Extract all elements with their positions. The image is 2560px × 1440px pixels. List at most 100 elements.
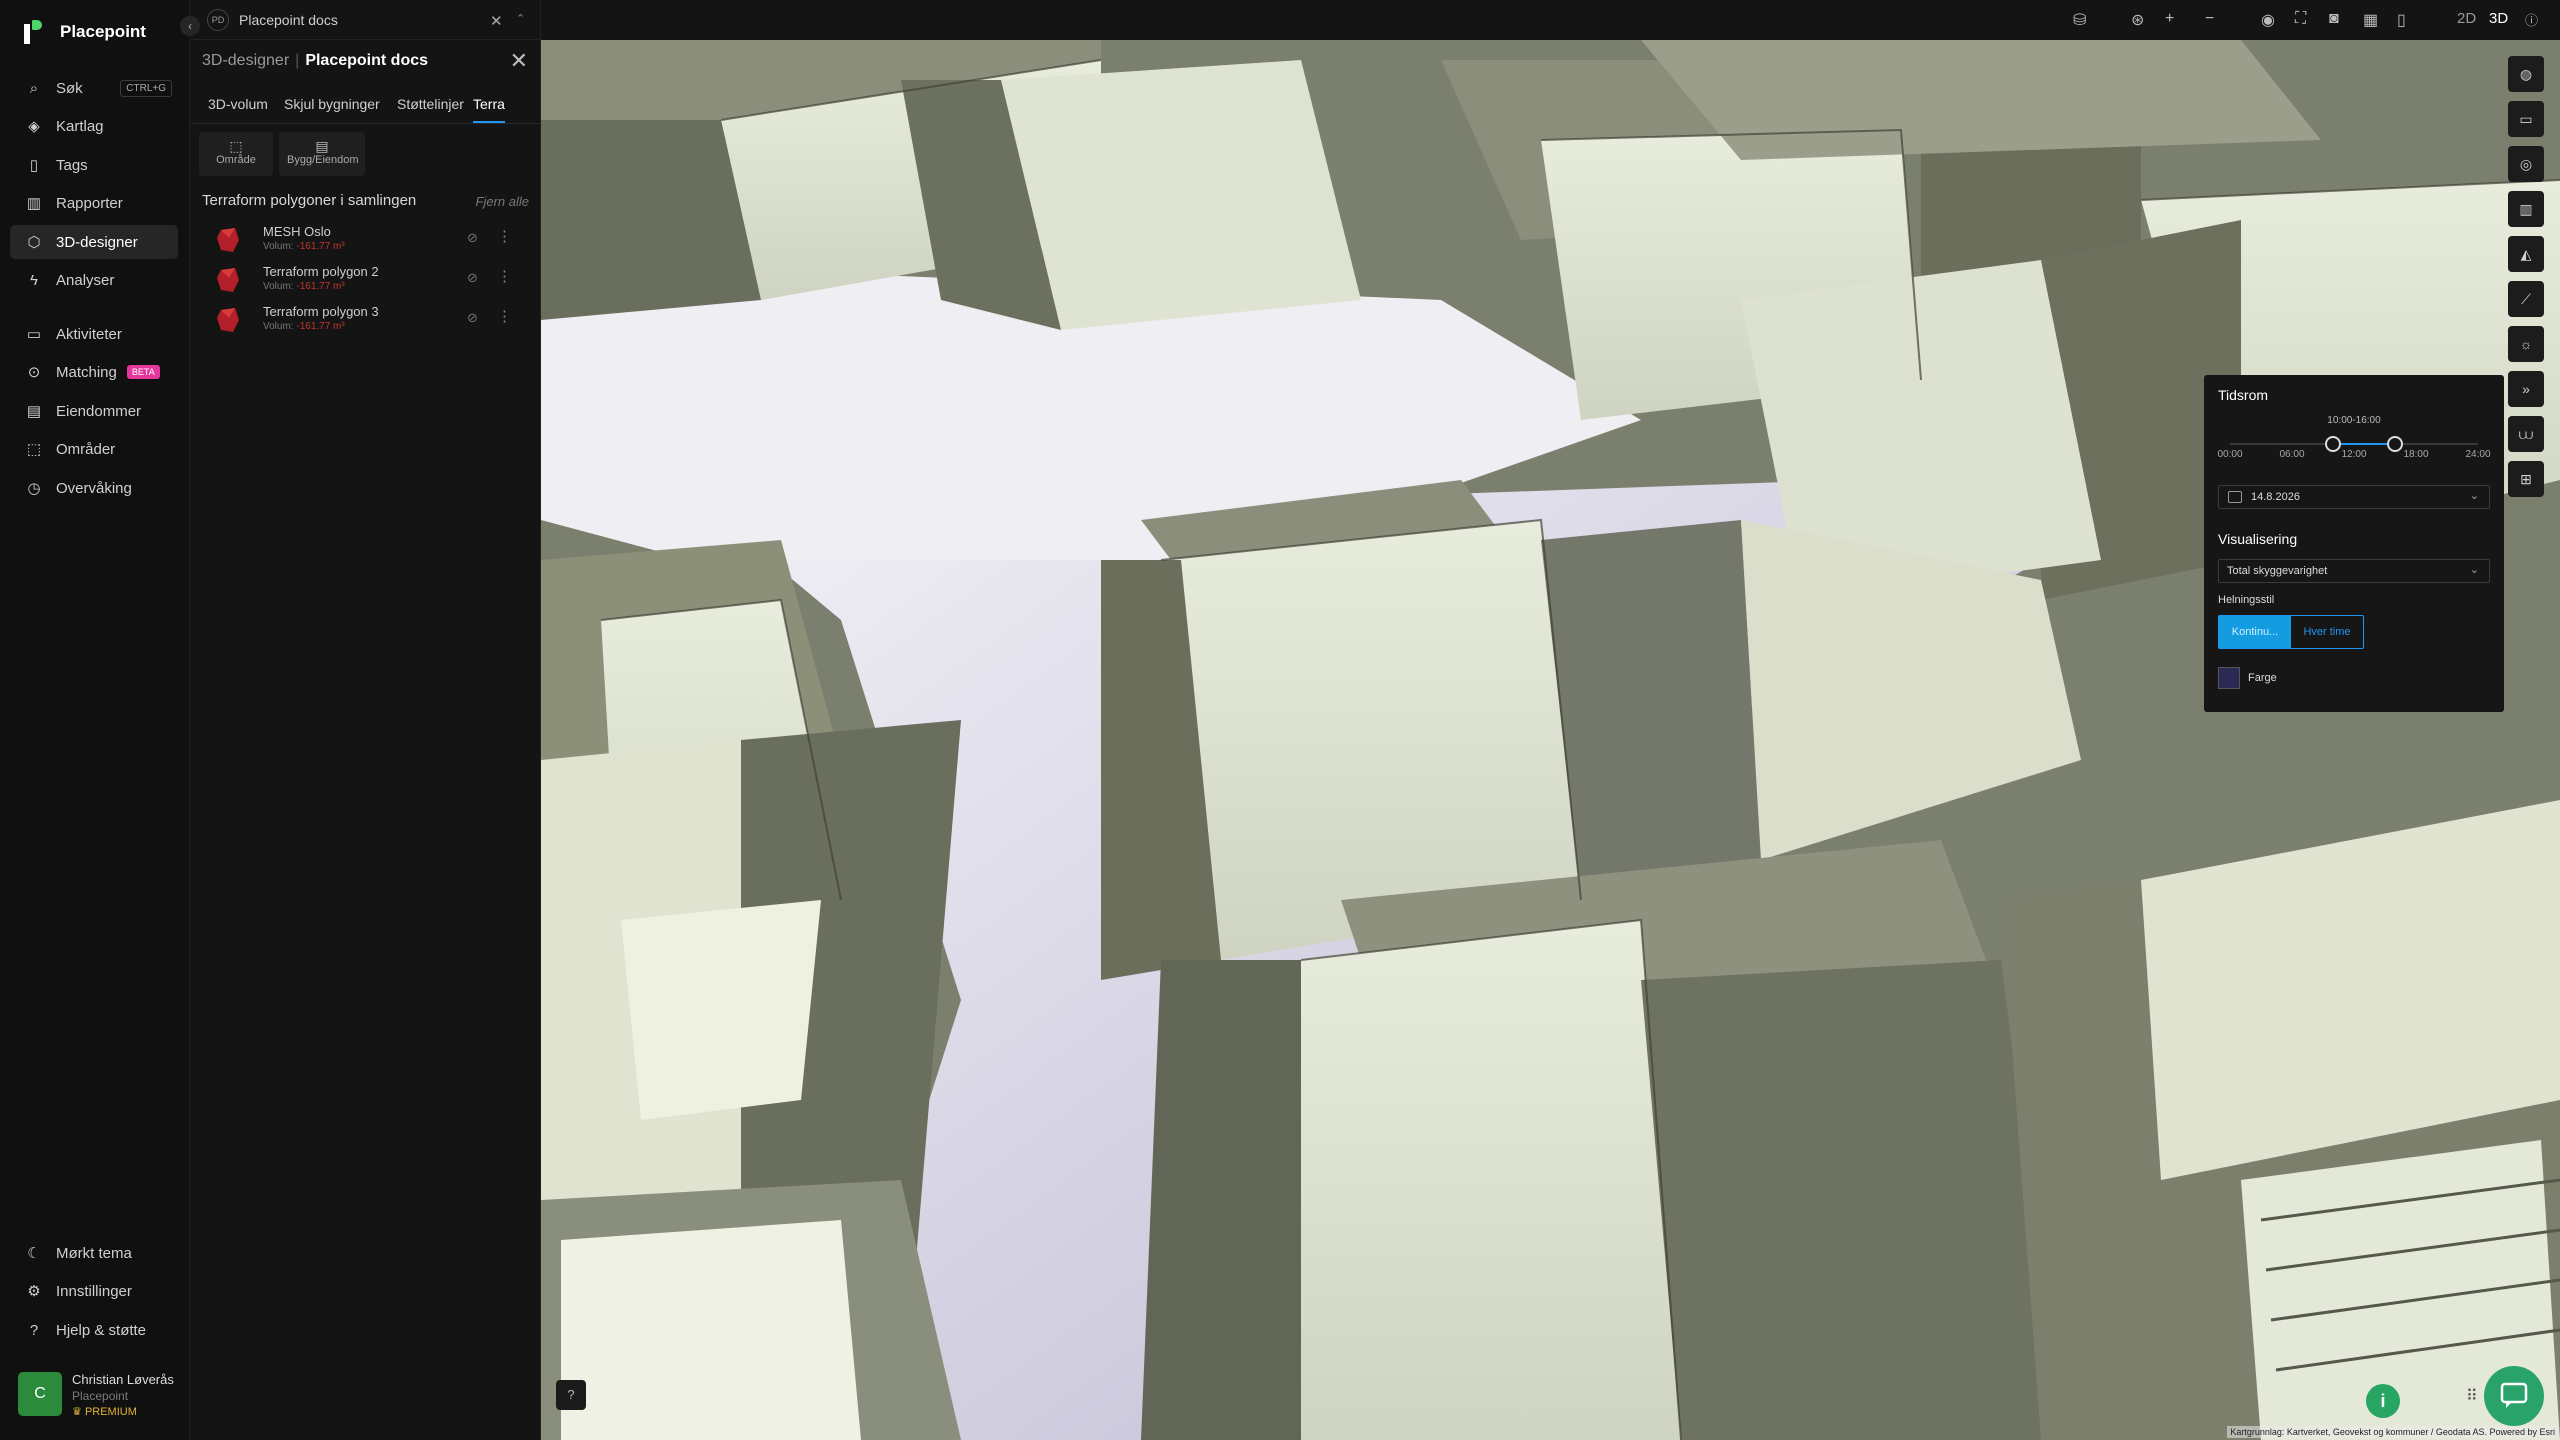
- color-swatch[interactable]: [2218, 667, 2240, 689]
- info-circle-icon[interactable]: ⓘ: [2525, 10, 2538, 29]
- mode-3d-button[interactable]: 3D: [2489, 10, 2508, 27]
- tab-stottelinjer[interactable]: Støttelinjer: [397, 96, 464, 121]
- user-profile[interactable]: C Christian Løverås Placepoint ♛ PREMIUM: [18, 1372, 174, 1420]
- subtab-omrade[interactable]: ⬚ Område: [199, 132, 273, 176]
- date-value: 14.8.2026: [2251, 491, 2300, 503]
- subtab-label: Område: [216, 154, 256, 166]
- sidebar-item-3d-designer[interactable]: ⬡ 3D-designer: [10, 225, 178, 259]
- user-name: Christian Løverås: [72, 1372, 174, 1387]
- style-toggle: Kontinu... Hver time: [2218, 615, 2364, 649]
- camera-icon[interactable]: ◙: [2329, 10, 2339, 28]
- list-item[interactable]: Terraform polygon 3 Volum: -161.77 m³ ⊘ …: [215, 300, 529, 338]
- map-3d-view[interactable]: [541, 0, 2560, 1440]
- elevation-tool-icon[interactable]: ⩊: [2508, 416, 2544, 452]
- sidebar-item-search[interactable]: ⌕ Søk CTRL+G: [10, 71, 178, 105]
- tick-label: 12:00: [2341, 449, 2367, 460]
- time-range-slider[interactable]: [2230, 436, 2478, 452]
- sidebar-item-settings[interactable]: ⚙ Innstillinger: [10, 1274, 178, 1308]
- list-item[interactable]: Terraform polygon 2 Volum: -161.77 m³ ⊘ …: [215, 260, 529, 298]
- view-tool-icon[interactable]: ◎: [2508, 146, 2544, 182]
- chevron-down-icon: ⌄: [2469, 564, 2479, 576]
- shadow-analysis-panel: Tidsrom 10:00-16:00 00:00 06:00 12:00 18…: [2204, 375, 2504, 712]
- layers-icon: ◈: [28, 118, 40, 135]
- cube-icon: ⬡: [27, 234, 41, 251]
- expand-tools-icon[interactable]: »: [2508, 371, 2544, 407]
- sidebar-item-analyser[interactable]: ϟ Analyser: [10, 263, 178, 297]
- remove-all-link[interactable]: Fjern alle: [476, 194, 529, 209]
- eye-icon[interactable]: ◉: [2261, 10, 2275, 30]
- area-icon: ⬚: [26, 441, 42, 458]
- zoom-in-icon[interactable]: +: [2165, 10, 2174, 28]
- match-icon: ⊙: [27, 364, 41, 381]
- sidebar-item-label: Eiendommer: [56, 402, 142, 420]
- layers-toggle-icon[interactable]: ⛁: [2073, 10, 2086, 30]
- fullscreen-icon[interactable]: ⛶: [2295, 10, 2306, 28]
- document-bar[interactable]: PD Placepoint docs: [191, 0, 540, 40]
- list-item[interactable]: MESH Oslo Volum: -161.77 m³ ⊘ ⋮: [215, 220, 529, 258]
- collapse-sidebar-button[interactable]: ‹: [180, 16, 200, 36]
- city-3d-scene: [541, 0, 2560, 1440]
- sidebar-item-omrader[interactable]: ⬚ Områder: [10, 432, 178, 466]
- date-select[interactable]: 14.8.2026 ⌄: [2218, 485, 2490, 509]
- monitor-icon: ◷: [27, 480, 41, 497]
- sidebar-item-aktiviteter[interactable]: ▭ Aktiviteter: [10, 317, 178, 351]
- range-start-handle[interactable]: [2325, 436, 2342, 452]
- polygon-volume: Volum: -161.77 m³: [263, 241, 345, 252]
- sidebar-item-dark-theme[interactable]: ☾ Mørkt tema: [10, 1236, 178, 1270]
- timerange-title: Tidsrom: [2218, 387, 2269, 403]
- compass-icon[interactable]: ⊛: [2131, 10, 2144, 30]
- export-tool-icon[interactable]: ⊞: [2508, 461, 2544, 497]
- info-button[interactable]: i: [2366, 1384, 2400, 1418]
- map-attribution: Kartgrunnlag: Kartverket, Geovekst og ko…: [2227, 1426, 2558, 1438]
- sidebar-item-matching[interactable]: ⊙ Matching BETA: [10, 355, 178, 389]
- help-button[interactable]: ?: [556, 1380, 586, 1410]
- polygon-volume: Volum: -161.77 m³: [263, 321, 345, 332]
- sidebar-item-kartlag[interactable]: ◈ Kartlag: [10, 109, 178, 143]
- terrain-tool-icon[interactable]: ◭: [2508, 236, 2544, 272]
- profile-tool-icon[interactable]: ⟋: [2508, 281, 2544, 317]
- placepoint-logo-icon: [24, 20, 46, 44]
- sidebar-item-rapporter[interactable]: ▥ Rapporter: [10, 186, 178, 220]
- sidebar-item-tags[interactable]: ▯ Tags: [10, 148, 178, 182]
- drag-handle-icon[interactable]: ⠿: [2466, 1386, 2478, 1406]
- grid-icon[interactable]: ▦: [2363, 10, 2378, 30]
- expand-icon[interactable]: ⌃: [516, 12, 525, 25]
- chat-support-button[interactable]: [2484, 1366, 2544, 1426]
- measure-tool-icon[interactable]: ▭: [2508, 101, 2544, 137]
- style-hourly-button[interactable]: Hver time: [2291, 616, 2363, 648]
- range-end-handle[interactable]: [2387, 436, 2404, 452]
- tick-label: 06:00: [2279, 449, 2305, 460]
- crown-icon: ♛: [72, 1406, 82, 1418]
- visibility-off-icon[interactable]: ⊘: [467, 310, 478, 326]
- tab-3d-volum[interactable]: 3D-volum: [208, 96, 268, 121]
- sidebar-item-label: 3D-designer: [56, 233, 138, 251]
- style-continuous-button[interactable]: Kontinu...: [2219, 616, 2291, 648]
- globe-tool-icon[interactable]: ◍: [2508, 56, 2544, 92]
- sidebar-item-help[interactable]: ? Hjelp & støtte: [10, 1313, 178, 1347]
- sun-tool-icon[interactable]: ☼: [2508, 326, 2544, 362]
- more-icon[interactable]: ⋮: [497, 307, 512, 325]
- app-root: ⛁ ⊛ + − ◉ ⛶ ◙ ▦ ▯ 2D 3D ⓘ Placepoint ⌕ S…: [0, 0, 2560, 1440]
- sidebar-item-eiendommer[interactable]: ▤ Eiendommer: [10, 394, 178, 428]
- subtab-bygg-eiendom[interactable]: ▤ Bygg/Eiendom: [279, 132, 365, 176]
- more-icon[interactable]: ⋮: [497, 227, 512, 245]
- sidebar-item-overvaking[interactable]: ◷ Overvåking: [10, 471, 178, 505]
- chart-tool-icon[interactable]: ▥: [2508, 191, 2544, 227]
- bookmark-icon[interactable]: ▯: [2397, 10, 2406, 30]
- section-header: Terraform polygoner i samlingen Fjern al…: [202, 192, 529, 209]
- visualization-select[interactable]: Total skyggevarighet ⌄: [2218, 559, 2490, 583]
- close-doc-icon[interactable]: ✕: [490, 12, 503, 30]
- close-panel-icon[interactable]: ✕: [510, 48, 528, 74]
- tab-terra[interactable]: Terra: [473, 96, 505, 123]
- color-picker[interactable]: Farge: [2218, 667, 2277, 689]
- doc-badge: PD: [207, 8, 229, 31]
- sidebar-item-label: Hjelp & støtte: [56, 1321, 147, 1339]
- more-icon[interactable]: ⋮: [497, 267, 512, 285]
- app-logo[interactable]: Placepoint: [24, 20, 146, 44]
- polygon-thumb-icon: [217, 308, 239, 332]
- visibility-off-icon[interactable]: ⊘: [467, 270, 478, 286]
- tab-skjul-bygninger[interactable]: Skjul bygninger: [284, 96, 380, 121]
- visibility-off-icon[interactable]: ⊘: [467, 230, 478, 246]
- mode-2d-button[interactable]: 2D: [2457, 10, 2476, 27]
- zoom-out-icon[interactable]: −: [2205, 10, 2214, 28]
